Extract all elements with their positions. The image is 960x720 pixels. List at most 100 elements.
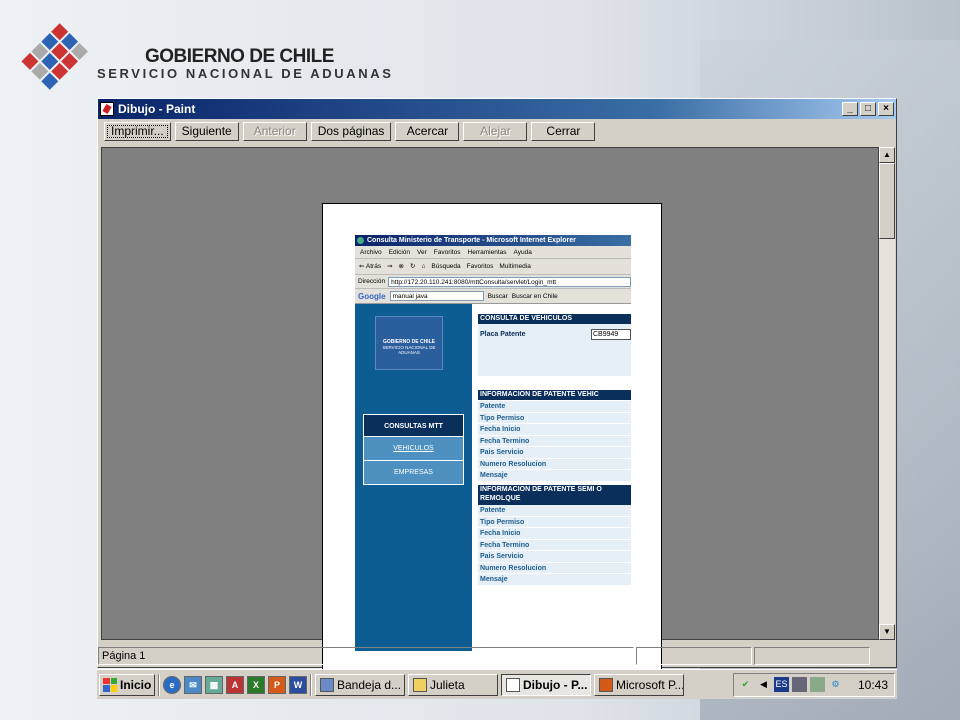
next-page-button[interactable]: Siguiente: [174, 121, 239, 141]
info-fields: Patente Tipo Permiso Fecha Inicio Fecha …: [478, 401, 631, 482]
tray-util-icon[interactable]: ⚙: [828, 677, 843, 692]
close-preview-button[interactable]: Cerrar: [531, 121, 596, 141]
close-button[interactable]: ×: [878, 102, 894, 116]
aduanas-logo: [21, 23, 88, 90]
ie-search-button: Búsqueda: [431, 263, 461, 270]
info-field: Tipo Permiso: [478, 412, 631, 424]
header-title: GOBIERNO DE CHILE: [145, 46, 334, 67]
header-subtitle: SERVICIO NACIONAL DE ADUANAS: [97, 66, 394, 81]
preview-page: Consulta Ministerio de Transporte - Micr…: [322, 203, 662, 683]
site-logo: GOBIERNO DE CHILE SERVICIO NACIONAL DE A…: [375, 316, 443, 370]
info-title: INFORMACION DE PATENTE VEHIC: [478, 390, 631, 400]
info-field: Fecha Termino: [478, 435, 631, 447]
system-tray: ✔ ◀ ES ⚙ 10:43: [733, 672, 895, 697]
ie-menu-ver: Ver: [417, 249, 427, 256]
web-page-content: GOBIERNO DE CHILE SERVICIO NACIONAL DE A…: [355, 304, 631, 651]
ie-home-icon: ⌂: [421, 263, 426, 270]
show-desktop-icon[interactable]: ▦: [205, 675, 223, 694]
two-pages-button[interactable]: Dos páginas: [310, 121, 392, 141]
consulta-title: CONSULTA DE VEHICULOS: [478, 314, 631, 324]
paint-window: Dibujo - Paint _ □ × Imprimir... Siguien…: [97, 98, 897, 683]
status-cell: [754, 647, 870, 665]
ie-menu-edicion: Edición: [388, 249, 411, 256]
minimize-button[interactable]: _: [842, 102, 858, 116]
task-microsoft-powerpoint[interactable]: Microsoft P...: [594, 673, 684, 696]
powerpoint-icon: [599, 677, 613, 692]
google-search-button: Buscar: [487, 293, 508, 300]
access-icon[interactable]: A: [226, 675, 244, 694]
google-search-field: manual java: [389, 291, 484, 301]
task-label: Dibujo - P...: [523, 677, 588, 692]
outlook-express-icon[interactable]: ✉: [184, 675, 202, 694]
paint-app-icon[interactable]: [100, 102, 114, 116]
prev-page-button[interactable]: Anterior: [242, 121, 307, 141]
status-bar: Página 1: [98, 645, 896, 667]
ie-address-field: http://172.20.110.241:8080/mttConsulta/s…: [388, 277, 631, 287]
google-search-chile-button: Buscar en Chile: [511, 293, 558, 300]
vertical-scrollbar[interactable]: ▲ ▼: [879, 147, 895, 640]
ie-menu-herramientas: Herramientas: [467, 249, 507, 256]
tray-check-icon[interactable]: ✔: [738, 677, 753, 692]
site-menu: CONSULTAS MTT VEHICULOS EMPRESAS: [363, 414, 464, 485]
taskbar-separator: [158, 673, 160, 696]
scroll-down-button[interactable]: ▼: [879, 624, 895, 640]
tray-monitor-icon[interactable]: [810, 677, 825, 692]
network-icon[interactable]: [792, 677, 807, 692]
scroll-thumb[interactable]: [879, 163, 895, 239]
semi-field: Fecha Termino: [478, 539, 631, 551]
maximize-button[interactable]: □: [860, 102, 876, 116]
task-dibujo-paint[interactable]: Dibujo - P...: [501, 673, 591, 696]
semi-field: Fecha Inicio: [478, 528, 631, 540]
windows-logo-icon: [103, 677, 117, 692]
clock[interactable]: 10:43: [858, 678, 888, 692]
volume-icon[interactable]: ◀: [756, 677, 771, 692]
semi-fields: Patente Tipo Permiso Fecha Inicio Fecha …: [478, 505, 631, 586]
start-button[interactable]: Inicio: [99, 673, 155, 696]
ie-multimedia-button: Multimedia: [499, 263, 531, 270]
zoom-out-button[interactable]: Alejar: [463, 121, 528, 141]
excel-icon[interactable]: X: [247, 675, 265, 694]
semi-field: Pais Servicio: [478, 551, 631, 563]
window-title: Dibujo - Paint: [118, 102, 196, 116]
google-toolbar: Google manual java Buscar Buscar en Chil…: [355, 289, 631, 304]
folder-icon: [413, 677, 427, 692]
semi-field: Tipo Permiso: [478, 516, 631, 528]
zoom-in-button[interactable]: Acercar: [395, 121, 460, 141]
semi-field: Mensaje: [478, 574, 631, 586]
info-field: Patente: [478, 401, 631, 413]
taskbar-separator: [310, 673, 312, 696]
browser-screenshot: Consulta Ministerio de Transporte - Micr…: [355, 235, 631, 651]
scroll-up-button[interactable]: ▲: [879, 147, 895, 163]
status-cell: [636, 647, 752, 665]
powerpoint-icon[interactable]: P: [268, 675, 286, 694]
google-logo: Google: [358, 292, 386, 301]
print-button[interactable]: Imprimir...: [104, 121, 171, 141]
info-field: Numero Resolucion: [478, 458, 631, 470]
semi-field: Numero Resolucion: [478, 562, 631, 574]
status-page: Página 1: [98, 647, 634, 665]
semi-title: INFORMACION DE PATENTE SEMI O REMOLQUE: [478, 485, 631, 505]
resize-grip-icon[interactable]: [872, 647, 890, 665]
ie-stop-icon: ⊗: [398, 263, 404, 270]
placa-input: CB9949: [591, 329, 631, 340]
ie-menu-favoritos: Favoritos: [433, 249, 461, 256]
print-preview-toolbar: Imprimir... Siguiente Anterior Dos págin…: [98, 119, 896, 143]
preview-canvas[interactable]: Consulta Ministerio de Transporte - Micr…: [101, 147, 879, 683]
task-julieta[interactable]: Julieta: [408, 673, 498, 696]
task-bandeja[interactable]: Bandeja d...: [315, 673, 405, 696]
placa-label: Placa Patente: [480, 331, 526, 338]
menu-item-empresas: EMPRESAS: [363, 461, 464, 485]
word-icon[interactable]: W: [289, 675, 307, 694]
ie-menu-ayuda: Ayuda: [513, 249, 532, 256]
taskbar: Inicio e ✉ ▦ A X P W Bandeja d... Juliet…: [97, 669, 897, 699]
site-logo-line2: SERVICIO NACIONAL DE ADUANAS: [382, 345, 436, 355]
semi-field: Patente: [478, 505, 631, 517]
ie-favorites-button: Favoritos: [466, 263, 494, 270]
language-indicator[interactable]: ES: [774, 677, 789, 692]
menu-item-vehiculos: VEHICULOS: [363, 437, 464, 461]
info-field: Fecha Inicio: [478, 424, 631, 436]
ie-back-button: ⇐ Atrás: [359, 263, 382, 270]
title-bar[interactable]: Dibujo - Paint _ □ ×: [98, 99, 896, 119]
task-label: Julieta: [430, 677, 465, 692]
ie-quicklaunch-icon[interactable]: e: [163, 675, 181, 694]
